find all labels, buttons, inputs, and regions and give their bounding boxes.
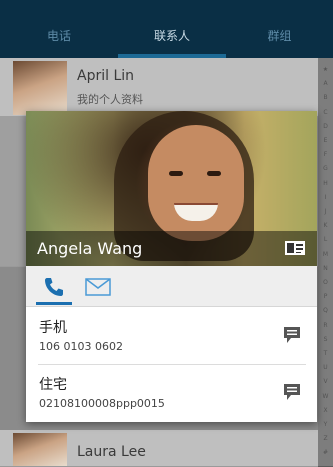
alphabet-index-letter[interactable]: C xyxy=(318,109,333,116)
phone-entry-mobile[interactable]: 手机 106 0103 0602 xyxy=(26,308,317,364)
contact-name: Laura Lee xyxy=(77,444,146,460)
alphabet-index-letter[interactable]: G xyxy=(318,165,333,172)
tab-contacts[interactable]: 联系人 xyxy=(118,0,226,58)
alphabet-index-letter[interactable]: ★ xyxy=(318,66,333,73)
alphabet-index-letter[interactable]: U xyxy=(318,364,333,371)
alphabet-index-letter[interactable]: I xyxy=(318,194,333,201)
alphabet-index-letter[interactable]: B xyxy=(318,94,333,101)
entry-number: 106 0103 0602 xyxy=(39,340,123,353)
contact-card-icon[interactable] xyxy=(285,241,305,255)
avatar xyxy=(13,61,67,115)
alphabet-index-letter[interactable]: R xyxy=(318,322,333,329)
contact-name: April Lin xyxy=(77,68,135,84)
alphabet-index-letter[interactable]: V xyxy=(318,378,333,385)
entry-label: 手机 xyxy=(39,320,67,336)
tab-bar: 电话 联系人 群组 xyxy=(0,0,333,58)
phone-icon xyxy=(45,278,63,296)
mail-icon xyxy=(85,278,111,296)
entry-label: 住宅 xyxy=(39,377,67,393)
alphabet-index-bar[interactable]: ★ A B C D E F G H I J K L M N O P Q R S T U V W X Y Z # xyxy=(318,58,333,466)
tab-groups[interactable]: 群组 xyxy=(226,0,333,58)
alphabet-index-letter[interactable]: O xyxy=(318,279,333,286)
alphabet-index-letter[interactable]: H xyxy=(318,180,333,187)
message-icon[interactable] xyxy=(282,382,302,402)
alphabet-index-letter[interactable]: J xyxy=(318,208,333,215)
tab-phone[interactable]: 电话 xyxy=(0,0,118,58)
alphabet-index-letter[interactable]: F xyxy=(318,151,333,158)
alphabet-index-letter[interactable]: L xyxy=(318,236,333,243)
alphabet-index-letter[interactable]: # xyxy=(318,449,333,456)
list-item[interactable]: April Lin 我的个人资料 xyxy=(0,58,318,117)
card-action-tabs xyxy=(26,266,317,307)
photo-face xyxy=(148,125,244,241)
tab-call[interactable] xyxy=(36,272,72,305)
alphabet-index-letter[interactable]: A xyxy=(318,80,333,87)
alphabet-index-letter[interactable]: T xyxy=(318,350,333,357)
alphabet-index-letter[interactable]: M xyxy=(318,251,333,258)
alphabet-index-letter[interactable]: D xyxy=(318,123,333,130)
contact-quick-card: Angela Wang 手机 106 0103 0602 住宅 02108100… xyxy=(26,111,317,422)
alphabet-index-letter[interactable]: P xyxy=(318,293,333,300)
name-strip: Angela Wang xyxy=(26,231,317,266)
contact-card-name: Angela Wang xyxy=(37,239,143,258)
avatar xyxy=(13,433,67,466)
alphabet-index-letter[interactable]: X xyxy=(318,407,333,414)
alphabet-index-letter[interactable]: K xyxy=(318,222,333,229)
photo-eye xyxy=(207,171,221,176)
alphabet-index-letter[interactable]: S xyxy=(318,336,333,343)
alphabet-index-letter[interactable]: E xyxy=(318,137,333,144)
alphabet-index-letter[interactable]: N xyxy=(318,265,333,272)
tab-email[interactable] xyxy=(80,272,116,302)
phone-entry-home[interactable]: 住宅 02108100008ppp0015 xyxy=(26,365,317,421)
alphabet-index-letter[interactable]: W xyxy=(318,393,333,400)
entry-number: 02108100008ppp0015 xyxy=(39,397,165,410)
alphabet-index-letter[interactable]: Z xyxy=(318,435,333,442)
contact-photo: Angela Wang xyxy=(26,111,317,266)
message-icon[interactable] xyxy=(282,325,302,345)
photo-eye xyxy=(169,171,183,176)
contact-subtitle: 我的个人资料 xyxy=(77,93,143,106)
alphabet-index-letter[interactable]: Y xyxy=(318,421,333,428)
alphabet-index-letter[interactable]: Q xyxy=(318,307,333,314)
list-item[interactable]: Laura Lee xyxy=(0,430,318,467)
